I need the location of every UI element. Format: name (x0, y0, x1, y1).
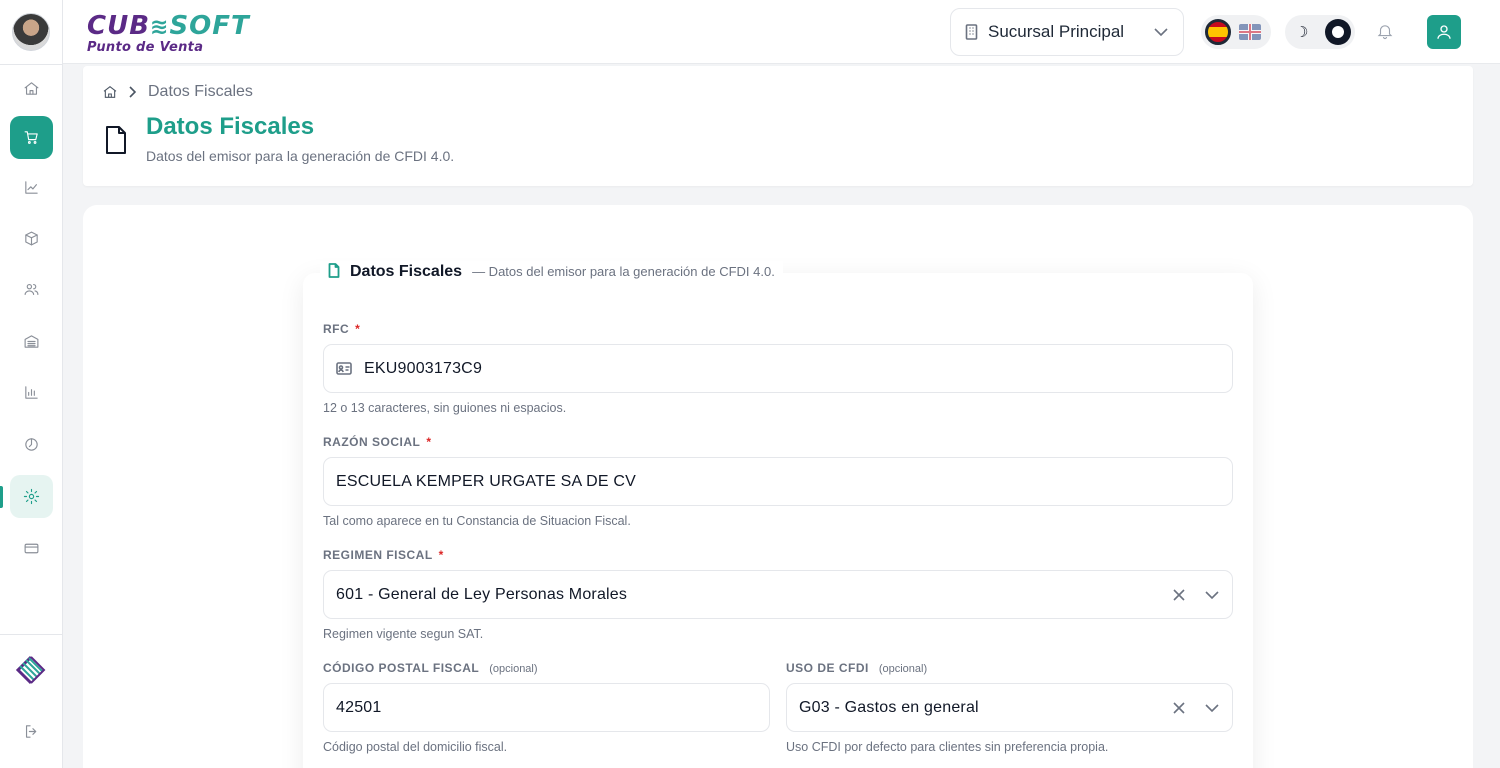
brand-name: CUB≋SOFT (87, 12, 250, 42)
gear-icon (23, 488, 40, 505)
home-icon[interactable] (102, 84, 118, 100)
users-icon (24, 283, 39, 296)
brand-name-part1: CUB (87, 11, 151, 41)
regimen-fiscal-value: 601 - General de Ley Personas Morales (336, 585, 628, 603)
logout-icon (25, 725, 37, 738)
required-marker: * (426, 435, 432, 449)
main-card: Datos Fiscales — Datos del emisor para l… (83, 205, 1473, 768)
user-avatar[interactable] (12, 13, 50, 51)
page-header: Datos Fiscales Datos Fiscales Datos del … (83, 66, 1473, 186)
document-icon (328, 263, 340, 278)
sidebar-item-warehouse[interactable] (10, 320, 53, 363)
select-actions (1172, 700, 1220, 716)
bar-chart-icon (25, 386, 38, 399)
select-actions (1172, 587, 1220, 603)
sidebar-item-analytics[interactable] (10, 166, 53, 209)
uso-cfdi-label-text: USO DE CFDI (786, 661, 869, 675)
notifications-button[interactable] (1376, 22, 1394, 44)
user-icon (1437, 25, 1451, 39)
required-marker: * (355, 322, 361, 336)
razon-social-field[interactable]: ESCUELA KEMPER URGATE SA DE CV (323, 457, 1233, 506)
building-icon (965, 24, 978, 40)
top-bar: CUB≋SOFT Punto de Venta Sucursal Princip… (63, 0, 1500, 64)
sidebar-divider (0, 64, 63, 65)
chevron-down-icon[interactable] (1204, 700, 1220, 716)
logout-button[interactable] (10, 710, 53, 753)
branch-selector[interactable]: Sucursal Principal (950, 8, 1184, 56)
user-menu-button[interactable] (1427, 15, 1461, 49)
sidebar-item-sales[interactable] (10, 116, 53, 159)
optional-marker: (opcional) (489, 663, 538, 675)
regimen-fiscal-label: REGIMEN FISCAL * (323, 548, 444, 562)
uso-cfdi-label: USO DE CFDI (opcional) (786, 661, 927, 675)
id-card-icon (336, 362, 352, 375)
razon-social-label-text: RAZÓN SOCIAL (323, 435, 421, 449)
page-subtitle: Datos del emisor para la generación de C… (146, 148, 455, 164)
regimen-fiscal-help: Regimen vigente segun SAT. (323, 627, 484, 641)
clear-icon[interactable] (1172, 588, 1186, 602)
uso-cfdi-value: G03 - Gastos en general (799, 698, 979, 716)
uso-cfdi-help: Uso CFDI por defecto para clientes sin p… (786, 740, 1109, 754)
optional-marker: (opcional) (878, 663, 928, 675)
codigo-postal-label-text: CÓDIGO POSTAL FISCAL (323, 661, 480, 675)
home-icon (24, 82, 39, 95)
rfc-help: 12 o 13 caracteres, sin guiones ni espac… (323, 401, 567, 415)
section-legend: Datos Fiscales — Datos del emisor para l… (320, 261, 783, 281)
codigo-postal-help: Código postal del domicilio fiscal. (323, 740, 508, 754)
spanish-flag-icon[interactable] (1205, 19, 1231, 45)
sidebar-item-reports[interactable] (10, 371, 53, 414)
credit-card-icon (24, 543, 39, 554)
brand-logo[interactable]: CUB≋SOFT Punto de Venta (87, 12, 250, 55)
document-icon (104, 125, 128, 159)
required-marker: * (438, 548, 444, 562)
breadcrumb-current: Datos Fiscales (148, 83, 253, 100)
moon-icon[interactable]: ☽ (1295, 23, 1308, 41)
sidebar-item-customers[interactable] (10, 268, 53, 311)
codigo-postal-label: CÓDIGO POSTAL FISCAL (opcional) (323, 661, 538, 675)
sun-icon[interactable] (1325, 19, 1351, 45)
razon-social-value: ESCUELA KEMPER URGATE SA DE CV (336, 472, 637, 490)
section-title: Datos Fiscales (350, 263, 463, 280)
rfc-field[interactable]: EKU9003173C9 (323, 344, 1233, 393)
brand-cube-glyph: ≋ (150, 15, 170, 40)
sidebar (0, 0, 63, 768)
sidebar-divider (0, 634, 63, 635)
razon-social-label: RAZÓN SOCIAL * (323, 435, 432, 449)
chevron-down-icon (1154, 28, 1168, 37)
language-toggle[interactable] (1201, 15, 1271, 49)
sidebar-item-products[interactable] (10, 217, 53, 260)
brand-subtitle: Punto de Venta (87, 40, 204, 55)
branch-label: Sucursal Principal (988, 22, 1125, 41)
warehouse-icon (24, 335, 39, 348)
regimen-fiscal-label-text: REGIMEN FISCAL (323, 548, 433, 562)
rfc-value: EKU9003173C9 (364, 359, 483, 377)
brand-name-part2: SOFT (169, 11, 250, 41)
rfc-label-text: RFC (323, 322, 350, 336)
page-title: Datos Fiscales (146, 113, 315, 140)
brand-logo-icon (15, 655, 46, 685)
sidebar-item-history[interactable] (10, 423, 53, 466)
box-icon (25, 231, 38, 246)
regimen-fiscal-select[interactable]: 601 - General de Ley Personas Morales (323, 570, 1233, 619)
chevron-right-icon (129, 86, 137, 98)
active-indicator (0, 486, 3, 508)
uso-cfdi-select[interactable]: G03 - Gastos en general (786, 683, 1233, 732)
clear-icon[interactable] (1172, 701, 1186, 715)
english-flag-icon[interactable] (1239, 24, 1261, 40)
clock-icon (25, 438, 38, 451)
breadcrumb: Datos Fiscales (102, 83, 253, 101)
trend-chart-icon (25, 181, 38, 194)
codigo-postal-value: 42501 (336, 698, 382, 716)
razon-social-help: Tal como aparece en tu Constancia de Sit… (323, 514, 631, 528)
rfc-label: RFC * (323, 322, 360, 336)
sidebar-item-billing[interactable] (10, 527, 53, 570)
sidebar-item-home[interactable] (10, 67, 53, 110)
cart-icon (24, 131, 38, 144)
chevron-down-icon[interactable] (1204, 587, 1220, 603)
codigo-postal-field[interactable]: 42501 (323, 683, 770, 732)
section-subtitle: — Datos del emisor para la generación de… (472, 264, 775, 279)
sidebar-item-settings[interactable] (10, 475, 53, 518)
theme-toggle[interactable]: ☽ (1285, 15, 1355, 49)
bell-icon (1377, 25, 1393, 39)
